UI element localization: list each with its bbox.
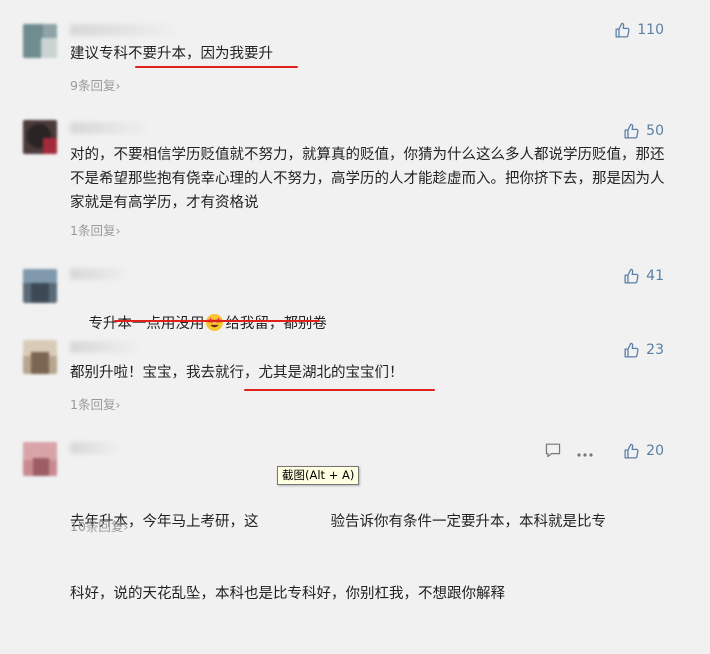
replies-label: 9条回复 — [70, 78, 116, 93]
highlight-underline — [114, 320, 320, 322]
replies-label: 1条回复 — [70, 397, 116, 412]
like-button[interactable]: 50 — [623, 122, 664, 140]
like-button[interactable]: 41 — [623, 267, 664, 285]
comment-text: 专升本一点用没用 给我留，都别卷 — [70, 288, 670, 360]
thumbs-up-icon — [623, 443, 640, 460]
comment-text: 去年升本，今年马上考研，这 验告诉你有条件一定要升本，本科就是比专 科好，说的天花… — [70, 462, 670, 654]
avatar[interactable] — [23, 24, 57, 58]
chevron-right-icon: › — [115, 78, 121, 93]
thumbs-up-icon — [614, 22, 631, 39]
comment-text: 建议专科不要升本，因为我要升 — [70, 46, 273, 62]
replies-label: 1条回复 — [70, 223, 116, 238]
avatar[interactable] — [23, 442, 57, 476]
comment-text-line: 去年升本，今年马上考研，这 验告诉你有条件一定要升本，本科就是比专 — [70, 510, 670, 534]
replies-link[interactable]: 10条回复› — [70, 516, 128, 535]
comment-actions — [544, 442, 594, 462]
comment-icon[interactable] — [544, 442, 562, 462]
like-count: 50 — [646, 123, 664, 139]
like-count: 41 — [646, 268, 664, 284]
chevron-right-icon: › — [115, 223, 121, 238]
username[interactable] — [70, 268, 130, 280]
comment-text: 都别升啦！宝宝，我去就行，尤其是湖北的宝宝们！ — [70, 365, 404, 381]
thumbs-up-icon — [623, 123, 640, 140]
avatar[interactable] — [23, 120, 57, 154]
comment-text-part: 专升本一点用没用 — [88, 316, 205, 332]
avatar[interactable] — [23, 340, 57, 374]
replies-link[interactable]: 9条回复› — [70, 75, 120, 94]
comment-text-part: 验告诉你有条件一定要升本，本科就是比专 — [330, 514, 607, 530]
replies-link[interactable]: 1条回复› — [70, 220, 120, 239]
username[interactable] — [70, 442, 120, 454]
username[interactable] — [70, 341, 140, 353]
like-count: 110 — [637, 22, 664, 38]
like-count: 23 — [646, 342, 664, 358]
star-struck-emoji — [205, 313, 224, 332]
avatar[interactable] — [23, 269, 57, 303]
like-count: 20 — [646, 443, 664, 459]
highlight-underline — [244, 389, 435, 391]
username[interactable] — [70, 122, 150, 134]
username[interactable] — [70, 24, 180, 36]
screenshot-tooltip: 截图(Alt + A) — [277, 466, 360, 485]
chevron-right-icon: › — [123, 519, 129, 534]
replies-label: 10条回复 — [70, 519, 124, 534]
like-button[interactable]: 23 — [623, 341, 664, 359]
thumbs-up-icon — [623, 268, 640, 285]
comment-text-part: 给我留，都别卷 — [225, 316, 327, 332]
comment-text-line: 科好，说的天花乱坠，本科也是比专科好，你别杠我，不想跟你解释 — [70, 586, 505, 602]
like-button[interactable]: 20 — [623, 442, 664, 460]
chevron-right-icon: › — [115, 397, 121, 412]
like-button[interactable]: 110 — [614, 21, 664, 39]
replies-link[interactable]: 1条回复› — [70, 394, 120, 413]
thumbs-up-icon — [623, 342, 640, 359]
more-icon[interactable] — [576, 443, 594, 462]
comment-text: 对的，不要相信学历贬值就不努力，就算真的贬值，你猜为什么这么多人都说学历贬值，那… — [70, 147, 665, 211]
highlight-underline — [135, 66, 298, 68]
